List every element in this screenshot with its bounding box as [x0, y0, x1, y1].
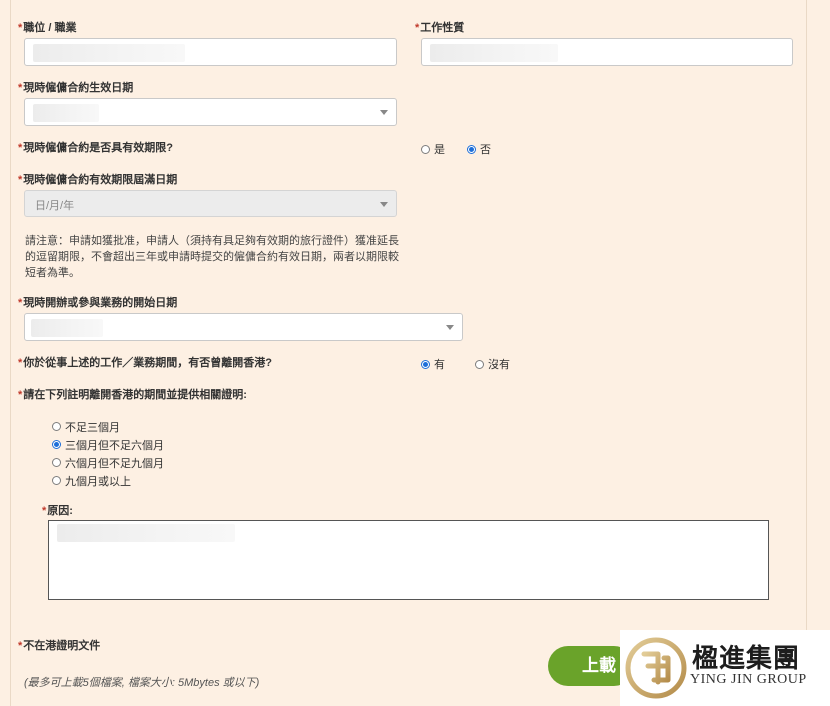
- radio-button-selected[interactable]: [421, 359, 430, 369]
- radio-button[interactable]: [52, 458, 61, 467]
- absence-period-label: *請在下列註明離開香港的期間並提供相關證明:: [18, 389, 247, 401]
- radio-button[interactable]: [475, 359, 484, 369]
- left-hk-radios: 有 沒有: [421, 356, 532, 372]
- company-logo-icon: [625, 637, 687, 699]
- absence-period-radios: 不足三個月 三個月但不足六個月 六個月但不足九個月 九個月或以上: [52, 419, 164, 491]
- extension-notice: 請注意：申請如獲批准，申請人（須持有具足夠有效期的旅行證件）獲准延長的逗留期限，…: [25, 235, 399, 279]
- absence-proof-label: *不在港證明文件: [18, 640, 101, 652]
- absence-option-6m-9m[interactable]: 六個月但不足九個月: [52, 455, 164, 470]
- radio-no[interactable]: 沒有: [475, 356, 510, 372]
- occupation-label: *職位 / 職業: [18, 22, 77, 34]
- absence-option-9m-plus[interactable]: 九個月或以上: [52, 473, 164, 488]
- upload-hint: (最多可上載5個檔案, 檔案大小: 5Mbytes 或以下): [24, 677, 260, 689]
- radio-button-selected[interactable]: [52, 440, 61, 449]
- radio-no[interactable]: 否: [467, 141, 491, 157]
- radio-yes[interactable]: 有: [421, 356, 445, 372]
- company-name-cn: 楹進集團: [692, 644, 801, 674]
- contract-has-validity-radios: 是 否: [421, 141, 513, 157]
- radio-button-selected[interactable]: [467, 144, 476, 154]
- redacted-value: [31, 319, 103, 337]
- business-start-date-select[interactable]: [24, 313, 463, 341]
- chevron-down-icon: [380, 110, 388, 115]
- radio-yes[interactable]: 是: [421, 141, 445, 157]
- redacted-value: [33, 44, 185, 62]
- radio-button[interactable]: [421, 144, 430, 154]
- company-watermark: 楹進集團 YING JIN GROUP: [620, 630, 830, 706]
- left-hk-label: *你於從事上述的工作／業務期間，有否曾離開香港?: [18, 357, 272, 369]
- radio-button[interactable]: [52, 422, 61, 431]
- reason-textarea[interactable]: [48, 520, 769, 600]
- contract-effective-date-label: *現時僱傭合約生效日期: [18, 82, 134, 94]
- redacted-value: [33, 104, 99, 122]
- absence-option-3m-6m[interactable]: 三個月但不足六個月: [52, 437, 164, 452]
- company-name-en: YING JIN GROUP: [690, 672, 807, 687]
- chevron-down-icon: [446, 325, 454, 330]
- reason-label: *原因:: [42, 505, 73, 517]
- contract-effective-date-select[interactable]: [24, 98, 397, 126]
- business-start-date-label: *現時開辦或參與業務的開始日期: [18, 297, 178, 309]
- absence-option-under-3m[interactable]: 不足三個月: [52, 419, 164, 434]
- chevron-down-icon: [380, 202, 388, 207]
- job-nature-input[interactable]: [421, 38, 793, 66]
- radio-button[interactable]: [52, 476, 61, 485]
- contract-expiry-date-select[interactable]: 日/月/年: [24, 190, 397, 217]
- redacted-value: [57, 524, 235, 542]
- contract-expiry-date-label: *現時僱傭合約有效期限屆滿日期: [18, 174, 178, 186]
- job-nature-label: *工作性質: [415, 22, 465, 34]
- occupation-input[interactable]: [24, 38, 397, 66]
- redacted-value: [430, 44, 558, 62]
- contract-has-validity-label: *現時僱傭合約是否具有效期限?: [18, 142, 173, 154]
